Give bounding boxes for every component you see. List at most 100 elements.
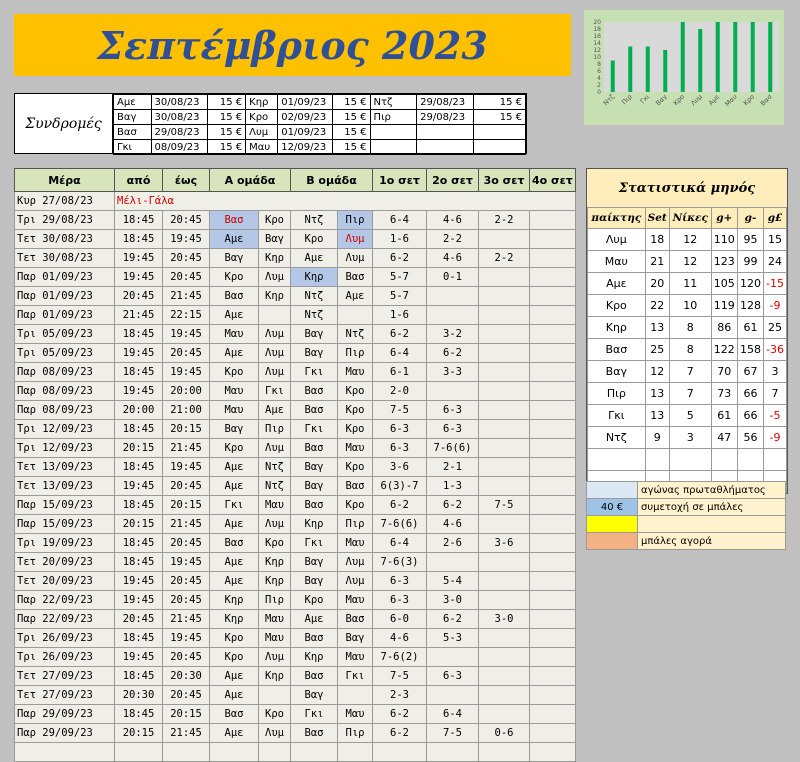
mini-bar-chart: 0 2 4 6 8 10 12 14 16 18 20 Ντζ Πιρ Γκι Βαγ Κρο Λυμ Αμε Μα… [584, 10, 784, 125]
schedule-cell-from: 19:45 [114, 571, 163, 591]
schedule-cell-to: 20:45 [162, 685, 210, 705]
stats-cell: 7 [668, 360, 712, 383]
schedule-cell-a2 [258, 685, 291, 705]
schedule-cell-s3 [478, 514, 530, 534]
schedule-cell-to: 20:15 [162, 704, 210, 724]
schedule-cell-b1: Βαγ [290, 685, 338, 705]
schedule-cell-b1: Γκι [290, 362, 338, 382]
schedule-cell-s1: 6-3 [372, 571, 427, 591]
stats-cell [644, 448, 670, 471]
schedule-header: 2ο σετ [426, 168, 479, 192]
schedule-cell-b1: Αμε [290, 609, 338, 629]
schedule-row: Παρ 22/09/23 19:45 20:45 Κηρ Πιρ Κρο Μαυ 6-3 3-0 [14, 590, 576, 610]
y-tick-label: 10 [593, 54, 601, 61]
stats-cell: 123 [710, 250, 738, 273]
schedule-cell-s1: 6-4 [372, 533, 427, 553]
schedule-row: Τρι 26/09/23 19:45 20:45 Κρο Λυμ Κηρ Μαυ 7-6(2) [14, 647, 576, 667]
y-tick-label: 4 [597, 75, 601, 82]
schedule-cell-s3 [478, 685, 530, 705]
schedule-cell-s2 [426, 685, 479, 705]
stats-cell: 18 [644, 228, 670, 251]
legend-swatch [586, 515, 638, 533]
schedule-cell-s4 [529, 704, 576, 724]
schedule-cell-a2: Λυμ [258, 267, 291, 287]
schedule-cell-s1: 1-6 [372, 229, 427, 249]
schedule-cell-s3: 7-5 [478, 495, 530, 515]
schedule-cell-a2: Λυμ [258, 647, 291, 667]
schedule-day: Τετ 27/09/23 [14, 685, 115, 705]
schedule-cell-a1: Αμε [209, 229, 259, 249]
schedule-cell-a1: Αμε [209, 343, 259, 363]
schedule-cell-s3: 3-6 [478, 533, 530, 553]
schedule-cell-b2: Κρο [337, 495, 373, 515]
schedule-cell-s4 [529, 742, 576, 762]
schedule-cell-from: 19:45 [114, 476, 163, 496]
legend-panel: αγώνας πρωταθλήματος 40 € συμετοχή σε μπάλ… [586, 481, 786, 550]
schedule-cell-a2: Κηρ [258, 248, 291, 268]
schedule-cell-a2: Κρο [258, 210, 291, 230]
schedule-row: Παρ 22/09/23 20:45 21:45 Κηρ Μαυ Αμε Βασ 6-0 6-2… [14, 609, 576, 629]
schedule-cell-s2: 2-2 [426, 229, 479, 249]
stats-cell: Λυμ [587, 228, 646, 251]
schedule-cell-s1: 5-7 [372, 267, 427, 287]
schedule-cell-a2: Πιρ [258, 590, 291, 610]
subscription-cell [416, 124, 475, 140]
subscriptions-panel: Συνδρομές Αμε 30/08/23 15 € Κηρ 01/09/23 15 €… [14, 93, 527, 155]
schedule-cell-s2: 6-3 [426, 400, 479, 420]
schedule-cell-s2: 6-2 [426, 343, 479, 363]
stats-header: παίκτης [587, 207, 646, 229]
schedule-cell-s3 [478, 571, 530, 591]
stats-cell: 67 [736, 360, 765, 383]
stats-row: Μαυ 21 12 123 99 24 [587, 250, 787, 273]
schedule-cell-a1: Μαυ [209, 400, 259, 420]
y-tick-label: 8 [597, 61, 601, 68]
schedule-cell-b2: Κρο [337, 400, 373, 420]
stats-cell: 86 [710, 316, 738, 339]
schedule-cell-to: 19:45 [162, 457, 210, 477]
schedule-row: Τρι 12/09/23 18:45 20:15 Βαγ Πιρ Γκι Κρο 6-3 6-3 [14, 419, 576, 439]
bar [698, 29, 703, 92]
schedule-cell-s4 [529, 267, 576, 287]
bar [750, 22, 755, 92]
schedule-cell-s3 [478, 381, 530, 401]
schedule-cell-s4 [529, 210, 576, 230]
stats-cell: Ντζ [587, 426, 646, 449]
schedule-cell-s1: 6(3)-7 [372, 476, 427, 496]
schedule-row: Παρ 15/09/23 18:45 20:15 Γκι Μαυ Βασ Κρο 6-2 6-2… [14, 495, 576, 515]
schedule-cell-from: 18:45 [114, 362, 163, 382]
schedule-day: Παρ 29/09/23 [14, 723, 115, 743]
schedule-cell-a2: Βαγ [258, 229, 291, 249]
schedule-day: Κυρ 27/08/23 [14, 191, 115, 211]
schedule-cell-from: 18:45 [114, 324, 163, 344]
schedule-cell-to: 20:45 [162, 248, 210, 268]
schedule-row: Τετ 30/08/23 18:45 19:45 Αμε Βαγ Κρο Λυμ 1-6 2-2 [14, 229, 576, 249]
schedule-cell-s4 [529, 609, 576, 629]
schedule-cell-to: 20:45 [162, 571, 210, 591]
schedule-cell-to: 19:45 [162, 324, 210, 344]
subscriptions-label: Συνδρομές [15, 94, 113, 153]
schedule-row: Παρ 01/09/23 21:45 22:15 Αμε Ντζ 1-6 [14, 305, 576, 325]
schedule-cell-s4 [529, 666, 576, 686]
stats-cell: 66 [736, 382, 765, 405]
legend-label: συμετοχή σε μπάλες [637, 498, 786, 516]
schedule-cell-a1: Αμε [209, 305, 259, 325]
schedule-cell-s3: 3-0 [478, 609, 530, 629]
schedule-cell-b2: Βασ [337, 267, 373, 287]
schedule-cell-s1: 6-2 [372, 248, 427, 268]
stats-cell: -36 [763, 338, 787, 361]
schedule-cell-a1: Γκι [209, 495, 259, 515]
bar [628, 46, 633, 92]
schedule-cell-b2: Κρο [337, 419, 373, 439]
schedule-cell-s2: 6-2 [426, 495, 479, 515]
schedule-cell-s4 [529, 476, 576, 496]
schedule-row: Τετ 20/09/23 19:45 20:45 Αμε Κηρ Βαγ Λυμ 6-3 5-4 [14, 571, 576, 591]
y-tick-label: 18 [593, 26, 601, 33]
schedule-day: Τρι 12/09/23 [14, 438, 115, 458]
schedule-cell-a2: Λυμ [258, 324, 291, 344]
schedule-cell-s1: 3-6 [372, 457, 427, 477]
x-tick-label: Λυμ [689, 93, 703, 107]
schedule-day [14, 742, 115, 762]
schedule-cell-a1: Κρο [209, 267, 259, 287]
schedule-row: Τρι 26/09/23 18:45 19:45 Κρο Μαυ Βασ Βαγ 4-6 5-3 [14, 628, 576, 648]
subscription-cell: 15 € [206, 94, 247, 110]
